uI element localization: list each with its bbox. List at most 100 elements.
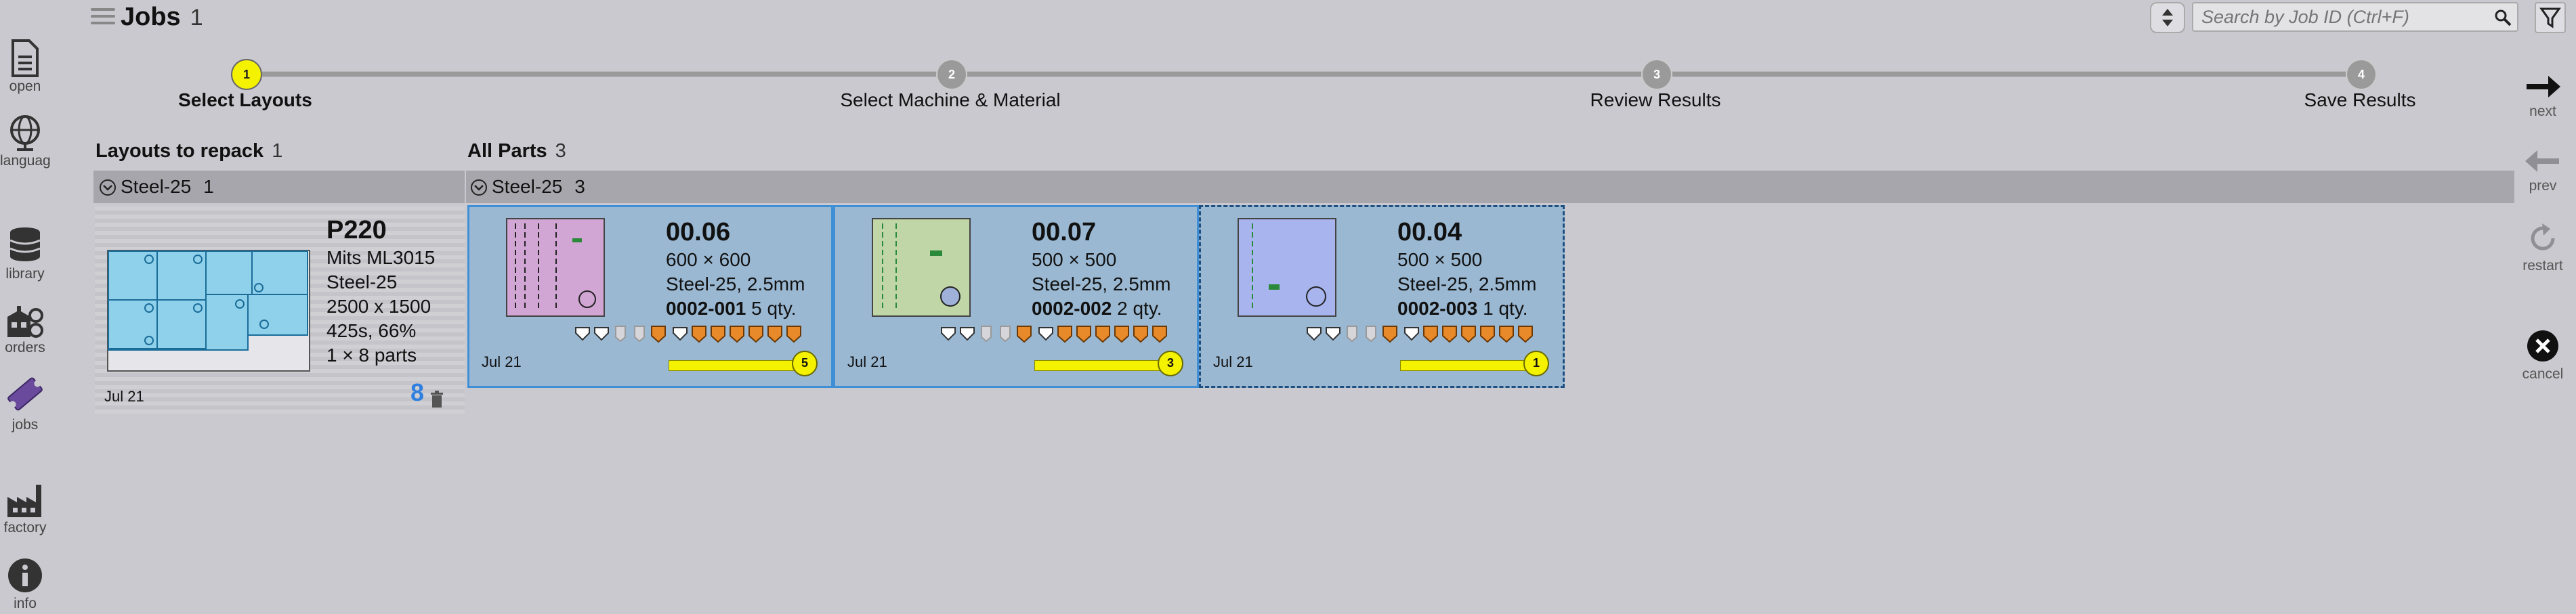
inactive-tool-icon	[1347, 326, 1357, 343]
step-2-dot[interactable]: 2	[936, 59, 967, 90]
close-icon	[2527, 330, 2558, 361]
punch-tool-icon	[767, 326, 782, 343]
arrow-left-icon	[2525, 150, 2559, 172]
cancel-label: cancel	[2522, 366, 2564, 382]
part-number-qty: 0002-002 2 qty.	[1032, 298, 1162, 320]
part-card[interactable]: 00.07 500 × 500 Steel-25, 2.5mm 0002-002…	[833, 205, 1199, 388]
punch-tool-icon	[711, 326, 725, 343]
die-tool-icon	[1326, 327, 1340, 341]
parts-group-bar[interactable]: Steel-25 3	[466, 171, 2514, 203]
info-icon	[8, 558, 42, 592]
layout-card[interactable]: P220 Mits ML3015 Steel-25 2500 x 1500 42…	[95, 206, 465, 414]
part-progress-badge: 1	[1523, 351, 1549, 376]
restart-icon	[2531, 223, 2555, 250]
part-name: 00.06	[666, 218, 731, 246]
part-thumbnail	[872, 218, 971, 317]
step-1-label[interactable]: Select Layouts	[178, 89, 312, 111]
nav-language[interactable]: language	[0, 114, 50, 169]
die-tool-icon	[1307, 327, 1322, 341]
punch-tool-icon	[1057, 326, 1072, 343]
part-number-qty: 0002-001 5 qty.	[666, 298, 797, 320]
nav-language-label: language	[0, 153, 50, 169]
part-material: Steel-25, 2.5mm	[666, 273, 805, 294]
nav-factory[interactable]: factory	[0, 481, 50, 536]
next-label: next	[2529, 104, 2556, 119]
inactive-tool-icon	[1366, 326, 1376, 343]
punch-tool-icon	[1499, 326, 1514, 343]
filter-button[interactable]	[2535, 2, 2566, 33]
layouts-title-text: Layouts to repack	[96, 140, 264, 162]
die-tool-icon	[575, 327, 590, 341]
die-tool-icon	[594, 327, 609, 341]
layouts-title-count: 1	[272, 140, 283, 162]
restart-button[interactable]: restart	[2510, 221, 2576, 274]
page-title: Jobs 1	[121, 3, 203, 32]
filter-icon	[2539, 7, 2561, 28]
nav-factory-label: factory	[3, 520, 47, 535]
step-4-dot[interactable]: 4	[2346, 59, 2377, 90]
layout-thumbnail	[107, 250, 310, 372]
parts-group-name: Steel-25	[492, 176, 563, 197]
die-tool-icon	[1038, 327, 1053, 341]
restart-label: restart	[2522, 258, 2563, 273]
prev-button[interactable]: prev	[2510, 148, 2576, 194]
nav-jobs[interactable]: jobs	[0, 372, 50, 433]
layouts-group-count: 1	[203, 176, 214, 197]
part-card[interactable]: 00.04 500 × 500 Steel-25, 2.5mm 0002-003…	[1199, 205, 1565, 388]
part-qty: 5 qty.	[751, 298, 797, 319]
part-progress-badge: 3	[1158, 351, 1183, 376]
search-input[interactable]	[2193, 3, 2487, 30]
menu-icon[interactable]	[91, 4, 115, 28]
part-progress-bar	[1400, 360, 1534, 371]
chevron-down-icon[interactable]	[470, 179, 488, 196]
part-qty: 1 qty.	[1483, 298, 1528, 319]
orders-icon	[7, 306, 43, 338]
layouts-group-name: Steel-25	[121, 176, 192, 197]
punch-tool-icon	[1442, 326, 1457, 343]
part-card[interactable]: 00.06 600 × 600 Steel-25, 2.5mm 0002-001…	[467, 205, 833, 388]
cancel-button[interactable]: cancel	[2510, 329, 2576, 382]
chevron-down-icon[interactable]	[99, 179, 117, 196]
part-number: 0002-001	[666, 298, 746, 319]
search-box[interactable]	[2192, 2, 2518, 32]
punch-tool-icon	[748, 326, 763, 343]
inactive-tool-icon	[634, 326, 645, 343]
document-icon	[12, 39, 39, 77]
layout-time-util: 425s, 66%	[326, 320, 417, 341]
nav-jobs-label: jobs	[12, 417, 39, 433]
inactive-tool-icon	[615, 326, 626, 343]
parts-section-title: All Parts 3	[467, 140, 566, 162]
sort-button[interactable]	[2150, 2, 2185, 33]
search-icon[interactable]	[2494, 9, 2512, 26]
step-3-dot[interactable]: 3	[1641, 59, 1672, 90]
layout-size: 2500 x 1500	[326, 296, 431, 317]
layout-name: P220	[326, 216, 387, 244]
part-material: Steel-25, 2.5mm	[1032, 273, 1171, 294]
layout-part-count[interactable]: 8	[410, 378, 424, 407]
page-title-count: 1	[190, 5, 203, 30]
part-dims: 500 × 500	[1032, 249, 1117, 270]
nav-orders[interactable]: orders	[0, 303, 50, 356]
punch-tool-icon	[1423, 326, 1438, 343]
part-progress-bar	[669, 360, 803, 371]
step-2-label[interactable]: Select Machine & Material	[840, 89, 1060, 111]
part-date: Jul 21	[482, 353, 522, 370]
sort-icon	[2162, 9, 2173, 26]
part-name: 00.07	[1032, 218, 1097, 246]
nav-info[interactable]: info	[0, 556, 50, 612]
step-1-dot[interactable]: 1	[231, 59, 262, 90]
step-4-label[interactable]: Save Results	[2304, 89, 2416, 111]
punch-tool-icon	[1114, 326, 1129, 343]
part-date: Jul 21	[1213, 353, 1253, 370]
punch-tool-icon	[1152, 326, 1167, 343]
next-button[interactable]: next	[2510, 73, 2576, 120]
parts-title-count: 3	[555, 140, 566, 162]
part-thumbnail	[506, 218, 605, 317]
layouts-group-bar[interactable]: Steel-25 1	[93, 171, 465, 203]
step-3-label[interactable]: Review Results	[1590, 89, 1721, 111]
nav-info-label: info	[14, 596, 37, 611]
part-thumbnail	[1238, 218, 1336, 317]
nav-library[interactable]: library	[0, 227, 50, 282]
trash-icon[interactable]	[429, 391, 444, 408]
nav-open[interactable]: open	[0, 39, 50, 95]
